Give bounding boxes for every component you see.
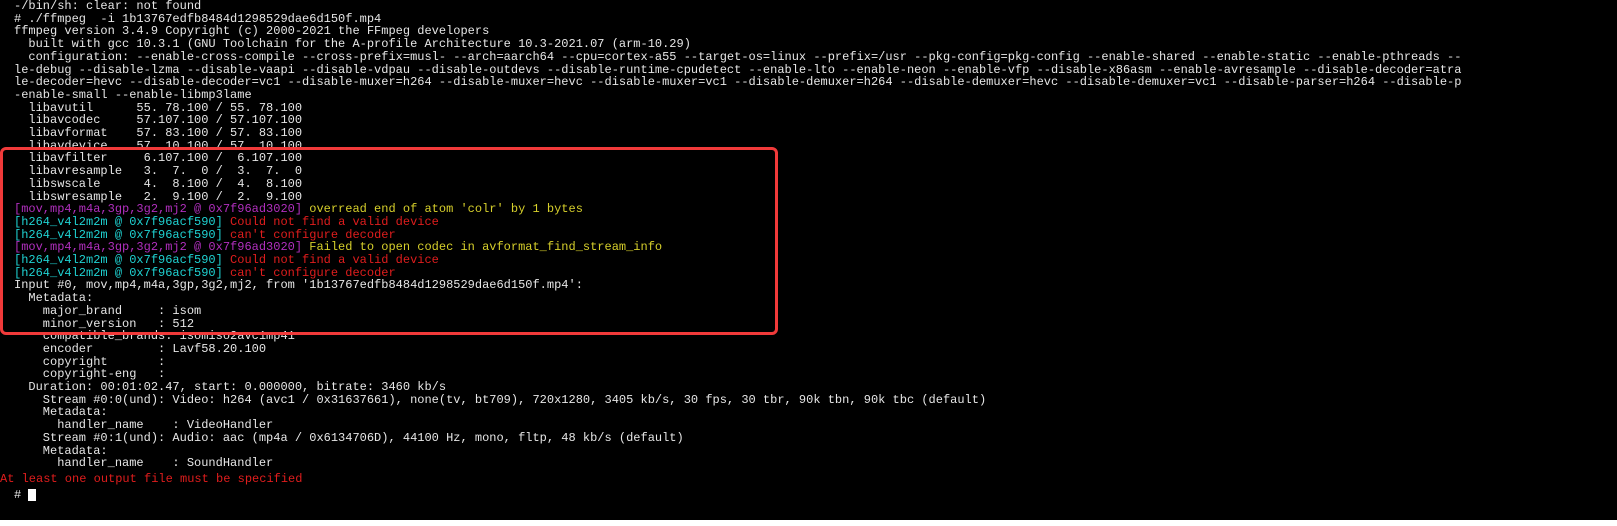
input-info-line: Input #0, mov,mp4,m4a,3gp,3g2,mj2, from … — [14, 278, 583, 293]
metadata-line: encoder : Lavf58.20.100 — [14, 341, 267, 356]
shell-prompt: # — [14, 488, 22, 502]
text-cursor[interactable] — [28, 489, 36, 501]
metadata-line: major_brand : isom — [14, 303, 202, 318]
error-line: At least one output file must be specifi… — [0, 472, 303, 486]
terminal-line: configuration: --enable-cross-compile --… — [14, 49, 1462, 64]
terminal-window[interactable]: -/bin/sh: clear: not found # ./ffmpeg -i… — [0, 0, 1617, 520]
metadata-line: handler_name : SoundHandler — [14, 456, 274, 471]
stream-line: Stream #0:1(und): Audio: aac (mp4a / 0x6… — [14, 430, 684, 445]
terminal-line: -enable-small --enable-libmp3lame — [14, 87, 252, 102]
terminal-line: libswscale 4. 8.100 / 4. 8.100 — [14, 176, 303, 191]
stream-line: Stream #0:0(und): Video: h264 (avc1 / 0x… — [14, 392, 987, 407]
